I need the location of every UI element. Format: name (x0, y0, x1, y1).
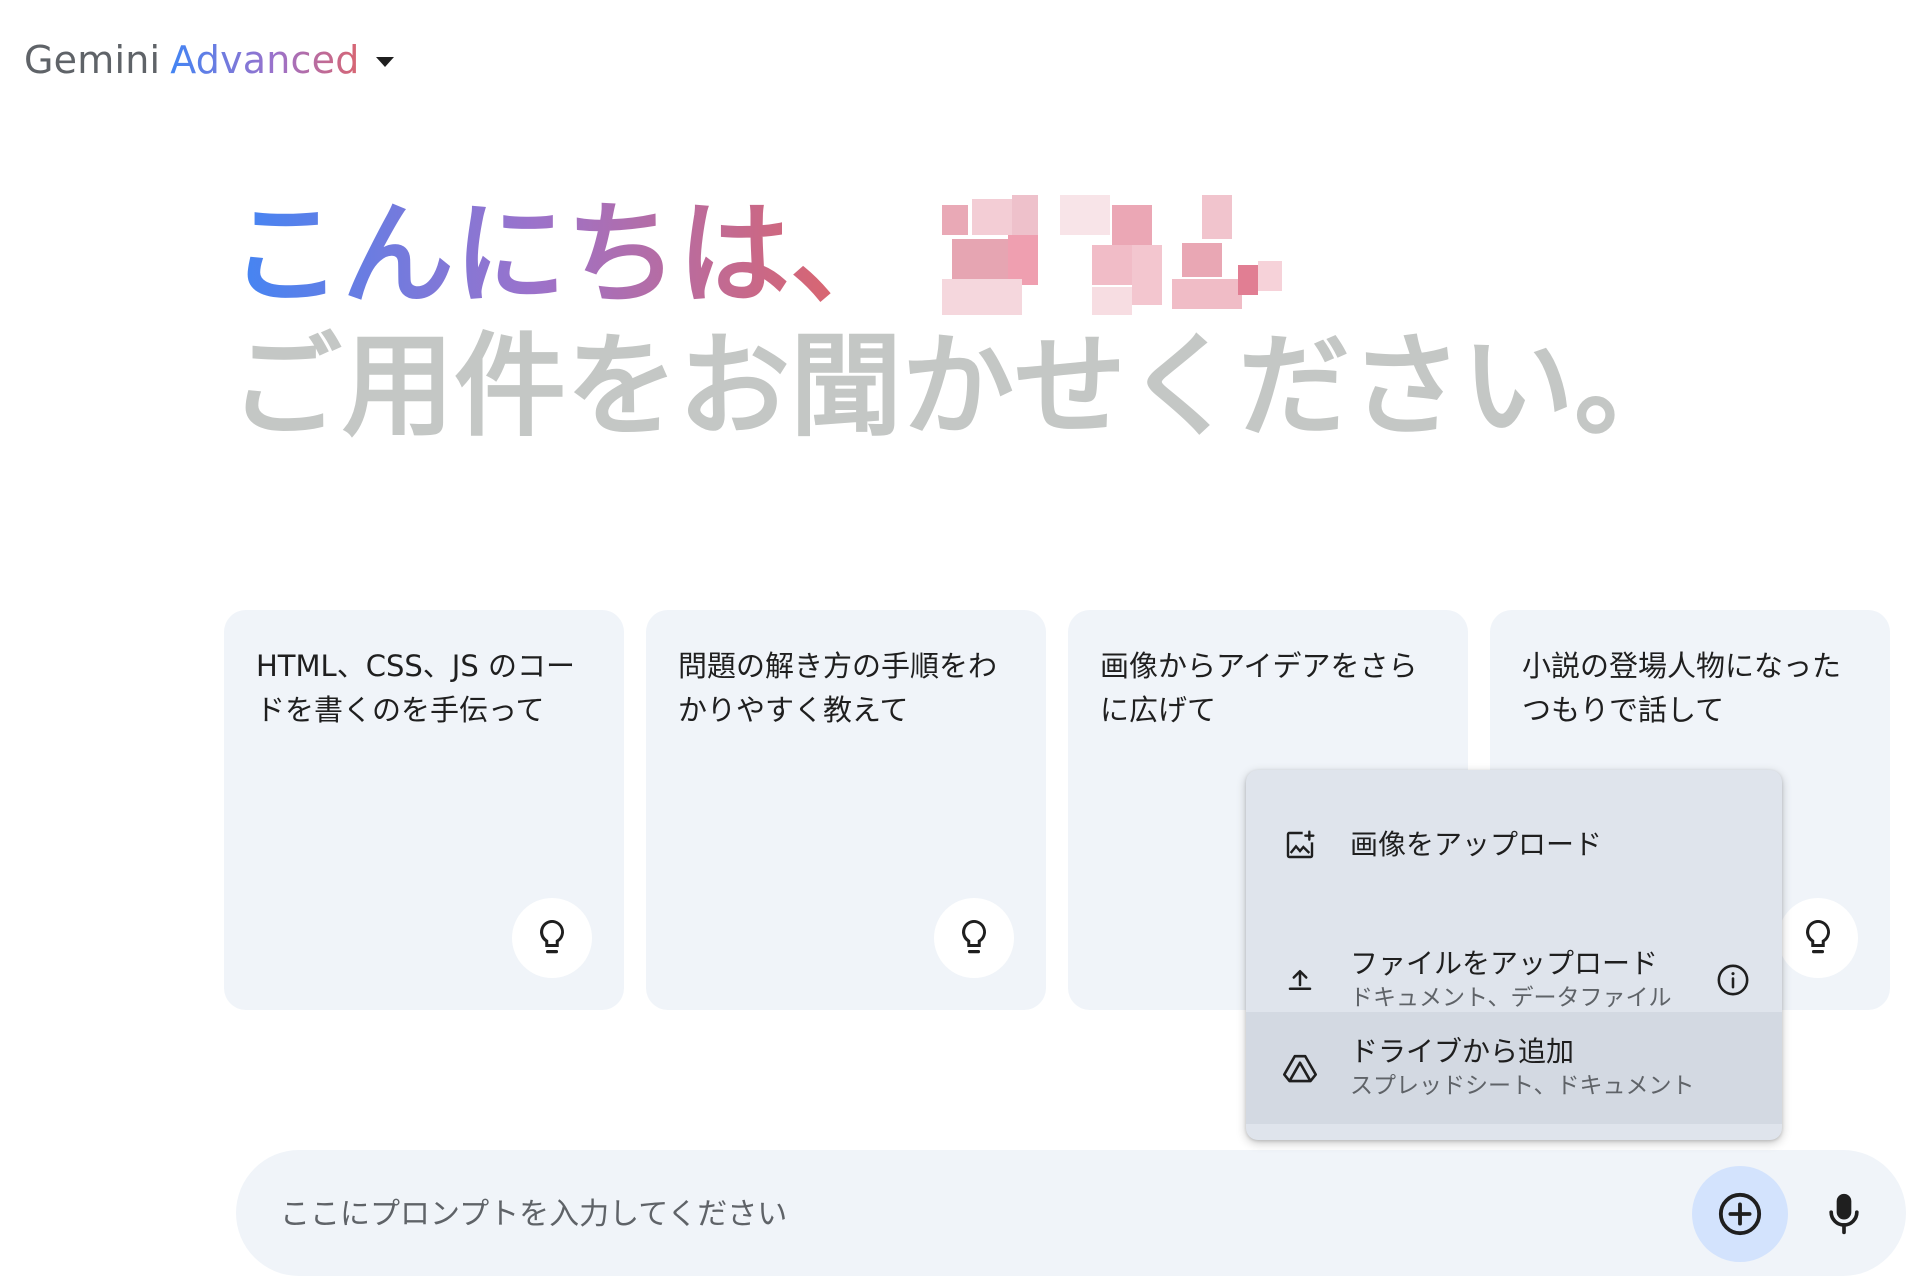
brand-name: Gemini (24, 38, 161, 82)
prompt-bar (236, 1150, 1906, 1276)
upload-menu: 画像をアップロード ファイルをアップロード ドキュメント、データファイル ドライ… (1246, 770, 1782, 1140)
lightbulb-icon (512, 898, 592, 978)
greeting-hello: こんにちは、 (230, 190, 902, 320)
menu-item-title: ドライブから追加 (1350, 1035, 1575, 1068)
image-upload-icon (1282, 827, 1318, 863)
microphone-icon (1829, 1193, 1859, 1235)
menu-item-text: 画像をアップロード (1350, 827, 1602, 863)
add-files-button[interactable] (1692, 1166, 1788, 1262)
drive-icon (1282, 1050, 1318, 1086)
menu-item-title: 画像をアップロード (1350, 828, 1603, 861)
menu-item-subtitle: スプレッドシート、ドキュメント (1350, 1073, 1695, 1099)
greeting-prompt: ご用件をお聞かせください。 (230, 322, 1686, 452)
suggestion-card-text: 画像からアイデアをさらに広げて (1100, 649, 1418, 727)
suggestion-card-text: 問題の解き方の手順をわかりやすく教えて (678, 649, 998, 727)
info-icon[interactable] (1716, 963, 1750, 997)
caret-down-icon (375, 57, 394, 67)
greeting-line: こんにちは、 (230, 190, 1730, 320)
menu-item-text: ファイルをアップロード ドキュメント、データファイル (1350, 946, 1672, 1014)
suggestion-card-steps[interactable]: 問題の解き方の手順をわかりやすく教えて (646, 610, 1046, 1010)
prompt-input[interactable] (278, 1188, 1582, 1240)
brand-tier: Advanced (170, 38, 360, 82)
menu-item-title: ファイルをアップロード (1350, 947, 1659, 980)
menu-item-text: ドライブから追加 スプレッドシート、ドキュメント (1350, 1034, 1695, 1102)
menu-item-add-from-drive[interactable]: ドライブから追加 スプレッドシート、ドキュメント (1246, 1012, 1782, 1124)
suggestion-card-text: HTML、CSS、JS のコードを書くのを手伝って (256, 649, 575, 727)
menu-item-subtitle: ドキュメント、データファイル (1350, 985, 1672, 1011)
plus-circle-icon (1718, 1192, 1762, 1236)
lightbulb-icon (1778, 898, 1858, 978)
microphone-button[interactable] (1804, 1174, 1884, 1254)
upload-icon (1282, 962, 1318, 998)
suggestion-card-code[interactable]: HTML、CSS、JS のコードを書くのを手伝って (224, 610, 624, 1010)
lightbulb-icon (934, 898, 1014, 978)
suggestion-card-text: 小説の登場人物になったつもりで話して (1522, 649, 1842, 727)
menu-item-upload-image[interactable]: 画像をアップロード (1246, 770, 1782, 920)
masked-user-name (942, 195, 1282, 315)
model-switcher[interactable]: Gemini Advanced (24, 36, 394, 84)
greeting: こんにちは、 ご用件をお聞かせください。 (230, 190, 1730, 452)
